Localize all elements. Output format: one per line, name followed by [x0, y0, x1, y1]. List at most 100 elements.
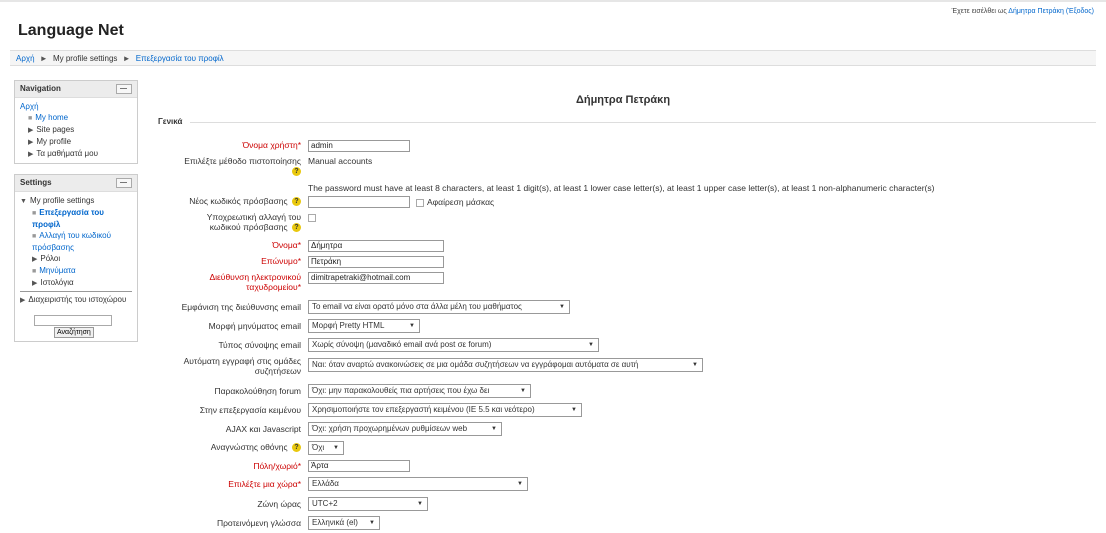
expand-icon[interactable]: ▶ — [20, 297, 25, 304]
bullet-icon: ■ — [28, 115, 33, 122]
dropdown-arrow-icon: ▼ — [692, 362, 698, 368]
expand-icon[interactable]: ▶ — [28, 127, 33, 134]
city-input[interactable] — [308, 460, 410, 472]
screenreader-select[interactable]: Όχι ▼ — [308, 441, 344, 455]
expand-icon[interactable]: ▶ — [32, 256, 37, 263]
lang-select[interactable]: Ελληνικά (el) ▼ — [308, 516, 380, 530]
city-label: Πόλη/χωριό* — [253, 461, 301, 471]
timezone-label: Ζώνη ώρας — [257, 499, 301, 509]
dropdown-arrow-icon: ▼ — [588, 342, 594, 348]
settings-messages[interactable]: Μηνύματα — [39, 266, 75, 275]
navigation-block-header: Navigation — [15, 81, 137, 98]
dropdown-arrow-icon: ▼ — [520, 388, 526, 394]
auth-label: Επιλέξτε μέθοδο πιστοποίησης? — [184, 156, 301, 177]
page-title: Δήμητρα Πετράκη — [575, 94, 671, 106]
nav-my-home[interactable]: My home — [35, 113, 68, 122]
site-name: Language Net — [18, 22, 124, 39]
fieldset-divider — [190, 122, 1096, 123]
settings-search-button[interactable]: Αναζήτηση — [54, 327, 94, 338]
dropdown-arrow-icon: ▼ — [571, 407, 577, 413]
settings-site-admin[interactable]: Διαχειριστής του ιστοχώρου — [28, 295, 126, 304]
email-input[interactable] — [308, 272, 444, 284]
settings-title: Settings — [20, 178, 52, 187]
left-column: Navigation Αρχή ■ My home ▶ Site pages ▶ My… — [14, 80, 138, 352]
settings-block-body: ▼ My profile settings ■ Επεξεργασία του πρ… — [15, 192, 137, 341]
email-label: Διεύθυνση ηλεκτρονικού ταχυδρομείου* — [209, 272, 301, 292]
tracking-label: Παρακολούθηση forum — [214, 386, 301, 396]
unmask-label: Αφαίρεση μάσκας — [427, 197, 495, 207]
firstname-input[interactable] — [308, 240, 444, 252]
country-select[interactable]: Ελλάδα ▼ — [308, 477, 528, 491]
breadcrumb: Αρχή ► My profile settings ► Επεξεργασία… — [10, 50, 1096, 66]
dock-icon[interactable] — [116, 178, 132, 188]
dropdown-arrow-icon: ▼ — [491, 426, 497, 432]
dropdown-arrow-icon: ▼ — [369, 520, 375, 526]
force-change-checkbox[interactable] — [308, 213, 316, 222]
help-icon[interactable]: ? — [292, 197, 301, 207]
lastname-input[interactable] — [308, 256, 444, 268]
help-icon[interactable]: ? — [292, 443, 301, 453]
settings-block: Settings ▼ My profile settings ■ Επεξεργασ… — [14, 174, 138, 342]
autosub-select[interactable]: Ναι: όταν αναρτώ ανακοινώσεις σε μια ομά… — [308, 358, 703, 372]
navigation-block-body: Αρχή ■ My home ▶ Site pages ▶ My profile ▶ Τ… — [15, 98, 137, 163]
ajax-label: AJAX και Javascript — [225, 424, 301, 434]
unmask-checkbox[interactable] — [416, 198, 424, 207]
main-content: Δήμητρα Πετράκη Γενικά Όνομα χρήστη* Επι… — [150, 80, 1096, 530]
navigation-title: Navigation — [20, 84, 61, 93]
expand-icon[interactable]: ▶ — [28, 151, 33, 158]
dropdown-arrow-icon: ▼ — [517, 481, 523, 487]
expand-icon[interactable]: ▶ — [32, 280, 37, 287]
ajax-select[interactable]: Όχι: χρήση προχωρημένων ρυθμίσεων web ▼ — [308, 422, 502, 436]
settings-blogs[interactable]: Ιστολόγια — [40, 278, 73, 287]
fieldset-legend[interactable]: Γενικά — [158, 117, 182, 126]
navigation-block: Navigation Αρχή ■ My home ▶ Site pages ▶ My… — [14, 80, 138, 164]
login-info: Έχετε εισέλθει ως Δήμητρα Πετράκη (Έξοδο… — [952, 8, 1094, 15]
settings-block-header: Settings — [15, 175, 137, 192]
dock-icon[interactable] — [116, 84, 132, 94]
help-icon[interactable]: ? — [292, 223, 301, 233]
editor-select[interactable]: Χρησιμοποιήστε τον επεξεργαστή κειμένου … — [308, 403, 582, 417]
settings-search: Αναζήτηση — [34, 314, 132, 338]
collapse-icon[interactable]: ▼ — [20, 198, 27, 205]
new-password-label: Νέος κωδικός πρόσβασης ? — [189, 196, 301, 207]
dropdown-arrow-icon: ▼ — [559, 304, 565, 310]
mailformat-select[interactable]: Μορφή Pretty HTML ▼ — [308, 319, 420, 333]
settings-profile-settings[interactable]: My profile settings — [30, 196, 94, 205]
emaildisplay-select[interactable]: Το email να είναι ορατό μόνο στα άλλα μέ… — [308, 300, 570, 314]
username-label: Όνομα χρήστη* — [242, 140, 301, 150]
bullet-icon: ■ — [32, 210, 37, 217]
timezone-select[interactable]: UTC+2 ▼ — [308, 497, 428, 511]
nav-my-courses[interactable]: Τα μαθήματά μου — [36, 149, 98, 158]
dropdown-arrow-icon: ▼ — [333, 445, 339, 451]
nav-home[interactable]: Αρχή — [20, 102, 39, 111]
autosub-label: Αυτόματη εγγραφή στις ομάδες συζητήσεων — [183, 356, 301, 376]
breadcrumb-current[interactable]: Επεξεργασία του προφίλ — [136, 54, 224, 63]
login-user-link[interactable]: Δήμητρα Πετράκη — [1008, 8, 1064, 15]
password-rules: The password must have at least 8 charac… — [308, 183, 935, 193]
breadcrumb-home[interactable]: Αρχή — [16, 54, 35, 63]
emaildisplay-label: Εμφάνιση της διεύθυνσης email — [181, 302, 301, 312]
settings-edit-profile[interactable]: Επεξεργασία του προφίλ — [32, 208, 104, 229]
username-input[interactable] — [308, 140, 410, 152]
new-password-input[interactable] — [308, 196, 410, 208]
settings-search-input[interactable] — [34, 315, 112, 326]
tracking-select[interactable]: Όχι: μην παρακολουθείς πια αρτήσεις που … — [308, 384, 531, 398]
bullet-icon: ■ — [32, 233, 37, 240]
expand-icon[interactable]: ▶ — [28, 139, 33, 146]
country-label: Επιλέξτε μια χώρα* — [228, 479, 301, 489]
maildigest-label: Τύπος σύνοψης email — [218, 340, 301, 350]
login-prefix: Έχετε εισέλθει ως — [951, 8, 1007, 15]
help-icon[interactable]: ? — [292, 167, 301, 177]
nav-site-pages[interactable]: Site pages — [36, 125, 74, 134]
editor-label: Στην επεξεργασία κειμένου — [199, 405, 301, 415]
settings-roles[interactable]: Ρόλοι — [40, 254, 60, 263]
breadcrumb-settings: My profile settings — [52, 54, 118, 63]
screenreader-label: Αναγνώστης οθόνης ? — [211, 442, 301, 453]
page-header: Language Net Έχετε εισέλθει ως Δήμητρα Π… — [0, 2, 1106, 42]
logout-link[interactable]: (Έξοδος) — [1066, 8, 1094, 15]
settings-change-password[interactable]: Αλλαγή του κωδικού πρόσβασης — [32, 231, 111, 252]
maildigest-select[interactable]: Χωρίς σύνοψη (μαναδικό email ανά post σε… — [308, 338, 599, 352]
breadcrumb-separator-icon: ► — [122, 54, 131, 63]
nav-my-profile[interactable]: My profile — [36, 137, 71, 146]
lang-label: Προτεινόμενη γλώσσα — [216, 518, 301, 528]
